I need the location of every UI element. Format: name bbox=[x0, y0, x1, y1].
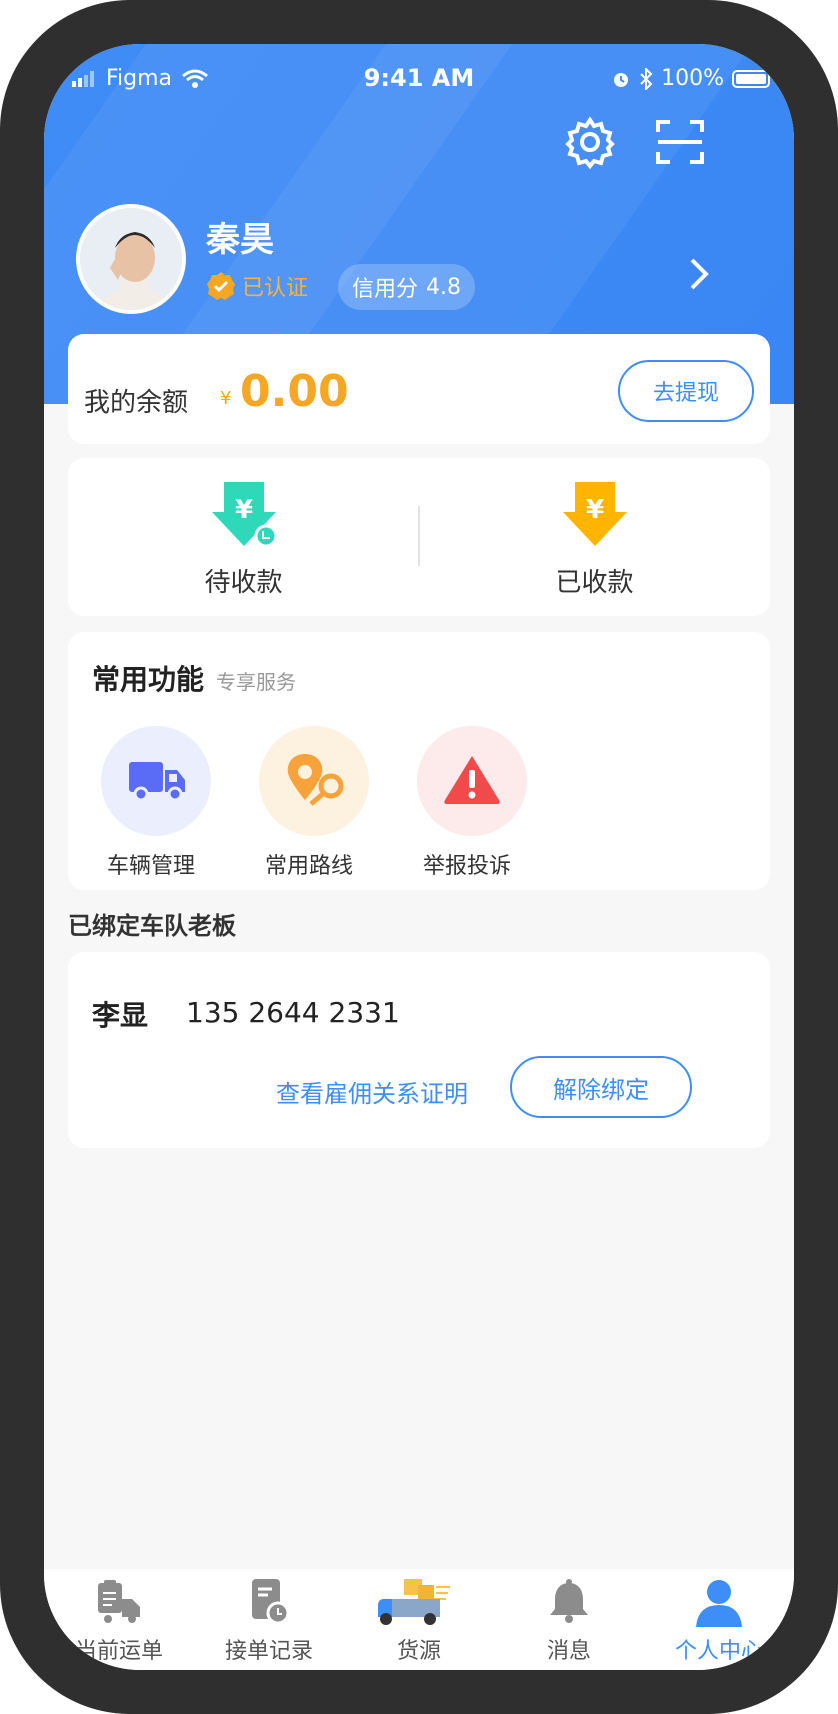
status-right: 100% bbox=[611, 66, 770, 91]
tab-order-records-label: 接单记录 bbox=[224, 1639, 313, 1664]
warning-icon bbox=[444, 756, 500, 804]
bell-icon bbox=[550, 1579, 588, 1623]
functions-subtitle: 专享服务 bbox=[216, 670, 296, 694]
credit-score: 4.8 bbox=[426, 274, 462, 300]
unbind-button[interactable]: 解除绑定 bbox=[510, 1056, 692, 1118]
functions-title: 常用功能 bbox=[92, 663, 205, 696]
tab-cargo-source[interactable]: 货源 bbox=[344, 1569, 494, 1670]
verified-label: 已认证 bbox=[242, 276, 309, 301]
common-routes-label: 常用路线 bbox=[264, 854, 353, 879]
alarm-icon bbox=[614, 72, 629, 87]
functions-card: 常用功能 专享服务 车辆管理 常用路线 举报投诉 bbox=[68, 632, 770, 890]
balance-card: 我的余额 ¥ 0.00 去提现 bbox=[68, 334, 770, 444]
bound-boss-card: 李显 135 2644 2331 查看雇佣关系证明 解除绑定 bbox=[68, 952, 770, 1148]
truck-icon bbox=[129, 762, 185, 802]
verified-icon bbox=[207, 272, 235, 300]
credit-score-badge: 信用分 4.8 bbox=[338, 264, 476, 310]
user-name: 秦昊 bbox=[206, 220, 274, 260]
cargo-truck-icon bbox=[378, 1579, 450, 1625]
avatar[interactable] bbox=[76, 204, 186, 314]
report-complaint-button[interactable]: 举报投诉 bbox=[392, 726, 542, 879]
report-icon-bg bbox=[417, 726, 527, 836]
tab-current-waybill-label: 当前运单 bbox=[74, 1639, 163, 1664]
routes-icon-bg bbox=[259, 726, 369, 836]
received-payment-item[interactable]: ¥ 已收款 bbox=[419, 458, 770, 616]
chevron-right-icon[interactable] bbox=[680, 244, 720, 304]
user-icon bbox=[696, 1580, 742, 1627]
svg-text:¥: ¥ bbox=[586, 495, 604, 525]
balance-label: 我的余额 bbox=[84, 388, 189, 418]
tab-profile[interactable]: 个人中心 bbox=[644, 1569, 794, 1670]
vehicle-management-label: 车辆管理 bbox=[106, 854, 195, 879]
payments-card: ¥ 待收款 ¥ 已收款 bbox=[68, 458, 770, 616]
scan-icon[interactable] bbox=[652, 114, 708, 170]
pending-payment-icon: ¥ bbox=[212, 482, 278, 548]
route-pin-icon bbox=[287, 754, 344, 806]
vehicle-icon-bg bbox=[101, 726, 211, 836]
balance-amount: 0.00 bbox=[240, 366, 349, 417]
withdraw-button[interactable]: 去提现 bbox=[618, 360, 754, 422]
vehicle-management-button[interactable]: 车辆管理 bbox=[76, 726, 226, 879]
battery-icon bbox=[732, 69, 770, 88]
received-payment-label: 已收款 bbox=[555, 568, 634, 598]
tab-profile-label: 个人中心 bbox=[674, 1639, 763, 1664]
pending-payment-item[interactable]: ¥ 待收款 bbox=[68, 458, 419, 616]
verified-badge: 已认证 bbox=[206, 270, 308, 302]
bound-boss-title: 已绑定车队老板 bbox=[68, 912, 236, 940]
bluetooth-icon bbox=[640, 67, 653, 90]
received-payment-icon: ¥ bbox=[563, 482, 627, 546]
credit-label: 信用分 bbox=[352, 277, 419, 302]
currency-symbol: ¥ bbox=[220, 388, 232, 409]
tab-order-records[interactable]: 接单记录 bbox=[194, 1569, 344, 1670]
pending-payment-label: 待收款 bbox=[204, 568, 283, 598]
tab-cargo-source-label: 货源 bbox=[396, 1639, 441, 1664]
tab-bar: 当前运单 接单记录 货源 消息 个人中心 bbox=[44, 1569, 794, 1670]
battery-percent: 100% bbox=[661, 66, 724, 91]
boss-name: 李显 bbox=[92, 999, 149, 1032]
waybill-truck-icon bbox=[98, 1580, 140, 1623]
status-bar: Figma 9:41 AM 100% bbox=[44, 44, 794, 114]
gear-icon[interactable] bbox=[562, 114, 618, 170]
phone-frame: Figma 9:41 AM 100% 秦昊 已认证 信用分 4.8 我的余额 ¥… bbox=[0, 0, 838, 1714]
tab-messages-label: 消息 bbox=[546, 1639, 591, 1664]
employment-proof-link[interactable]: 查看雇佣关系证明 bbox=[276, 1074, 468, 1109]
screen: Figma 9:41 AM 100% 秦昊 已认证 信用分 4.8 我的余额 ¥… bbox=[44, 44, 794, 1670]
boss-phone: 135 2644 2331 bbox=[186, 996, 400, 1029]
tab-messages[interactable]: 消息 bbox=[494, 1569, 644, 1670]
report-complaint-label: 举报投诉 bbox=[422, 854, 511, 879]
tab-current-waybill[interactable]: 当前运单 bbox=[44, 1569, 194, 1670]
order-record-icon bbox=[252, 1579, 290, 1625]
svg-text:¥: ¥ bbox=[235, 495, 253, 525]
common-routes-button[interactable]: 常用路线 bbox=[234, 726, 384, 879]
